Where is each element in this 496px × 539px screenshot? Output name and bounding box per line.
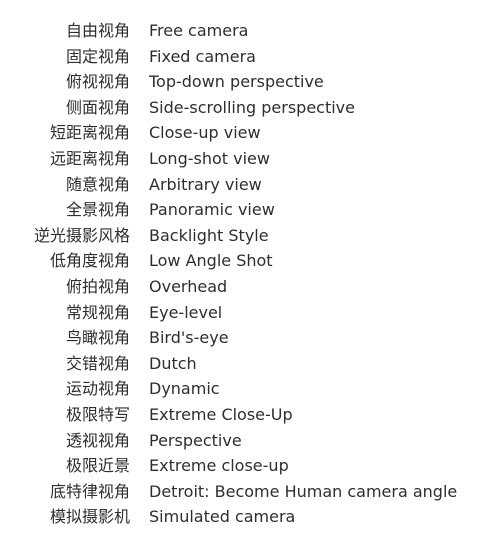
english-term: Eye-level [149, 302, 223, 322]
chinese-term: 低角度视角 [49, 251, 130, 271]
english-term: Extreme Close-Up [149, 404, 293, 424]
chinese-term: 远距离视角 [49, 148, 130, 168]
list-item: 俯拍视角 Overhead [0, 274, 496, 300]
english-term: Free camera [149, 21, 249, 40]
chinese-term: 透视视角 [65, 430, 130, 450]
chinese-term: 逆光摄影风格 [33, 225, 130, 245]
english-term: Perspective [149, 430, 242, 450]
list-item: 模拟摄影机 Simulated camera [0, 504, 496, 530]
chinese-term: 鸟瞰视角 [65, 328, 130, 348]
english-term: Top-down perspective [149, 72, 324, 92]
chinese-term: 极限特写 [65, 404, 130, 424]
chinese-term: 侧面视角 [65, 97, 130, 117]
english-term: Long-shot view [149, 148, 270, 168]
list-item: 自由视角 Free camera [0, 18, 496, 44]
chinese-term: 全景视角 [65, 200, 130, 220]
list-item: 远距离视角 Long-shot view [0, 146, 496, 172]
list-item: 随意视角 Arbitrary view [0, 172, 496, 198]
list-item: 交错视角 Dutch [0, 351, 496, 377]
list-item: 低角度视角 Low Angle Shot [0, 248, 496, 274]
chinese-term: 极限近景 [65, 456, 130, 476]
list-item: 全景视角 Panoramic view [0, 197, 496, 223]
english-term: Backlight Style [149, 225, 269, 245]
english-term: Panoramic view [149, 200, 275, 220]
camera-angle-list: 自由视角 Free camera 固定视角 Fixed camera 俯视视角 … [0, 18, 496, 530]
list-item: 短距离视角 Close-up view [0, 120, 496, 146]
list-item: 极限特写 Extreme Close-Up [0, 402, 496, 428]
english-term: Overhead [149, 276, 228, 296]
english-term: Fixed camera [149, 46, 256, 66]
english-term: Arbitrary view [149, 174, 262, 194]
english-term: Low Angle Shot [149, 251, 273, 271]
chinese-term: 模拟摄影机 [49, 507, 130, 527]
chinese-term: 运动视角 [65, 379, 130, 399]
list-item: 俯视视角 Top-down perspective [0, 69, 496, 95]
list-item: 底特律视角 Detroit: Become Human camera angle [0, 479, 496, 505]
chinese-term: 俯视视角 [65, 72, 130, 92]
list-item: 运动视角 Dynamic [0, 376, 496, 402]
chinese-term: 短距离视角 [49, 123, 130, 143]
list-item: 逆光摄影风格 Backlight Style [0, 223, 496, 249]
chinese-term: 交错视角 [65, 353, 130, 373]
list-item: 鸟瞰视角 Bird's-eye [0, 325, 496, 351]
english-term: Dynamic [149, 379, 220, 399]
list-item: 透视视角 Perspective [0, 428, 496, 454]
list-item: 常规视角 Eye-level [0, 300, 496, 326]
english-term: Detroit: Become Human camera angle [149, 481, 458, 501]
english-term: Extreme close-up [149, 456, 289, 476]
list-item: 侧面视角 Side-scrolling perspective [0, 95, 496, 121]
chinese-term: 固定视角 [65, 46, 130, 66]
chinese-term: 俯拍视角 [65, 276, 130, 296]
english-term: Side-scrolling perspective [149, 97, 355, 117]
english-term: Dutch [149, 353, 197, 373]
chinese-term: 底特律视角 [49, 481, 130, 501]
chinese-term: 自由视角 [65, 21, 130, 40]
list-item: 固定视角 Fixed camera [0, 44, 496, 70]
english-term: Close-up view [149, 123, 261, 143]
list-item: 极限近景 Extreme close-up [0, 453, 496, 479]
english-term: Bird's-eye [149, 328, 229, 348]
chinese-term: 常规视角 [65, 302, 130, 322]
english-term: Simulated camera [149, 507, 296, 527]
chinese-term: 随意视角 [65, 174, 130, 194]
